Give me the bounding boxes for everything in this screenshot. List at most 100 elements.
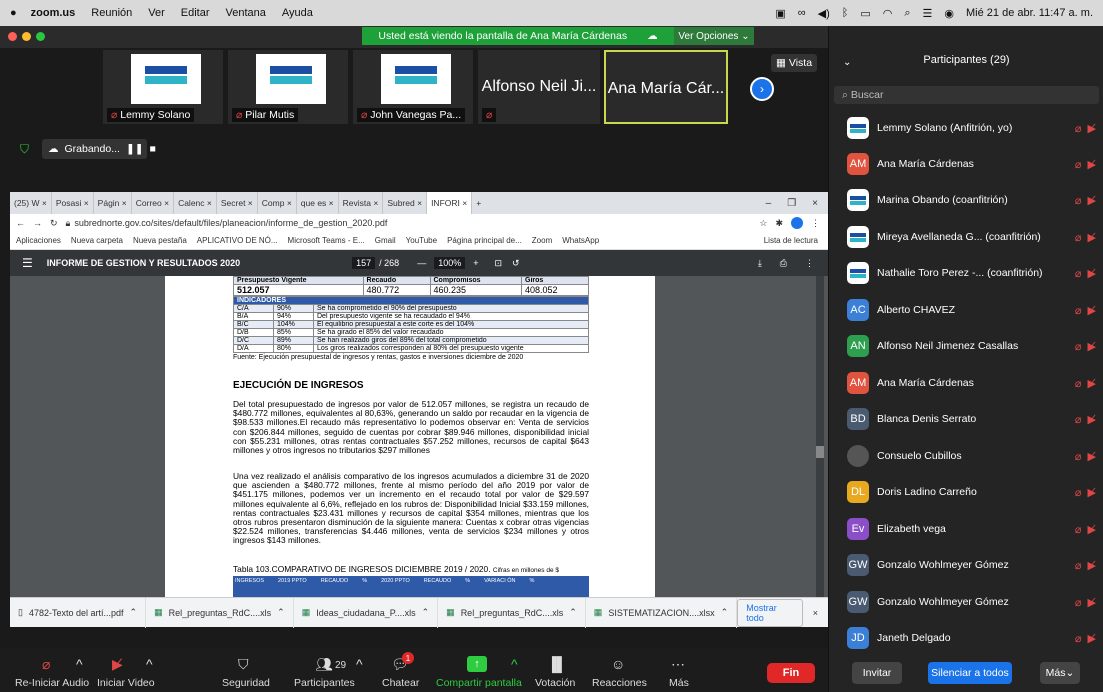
reactions-icon[interactable]: ☺	[611, 656, 625, 672]
more-icon[interactable]: ⋯	[671, 656, 685, 673]
video-off-icon[interactable]: ▶̸	[112, 656, 123, 673]
invite-button[interactable]: Invitar	[852, 662, 902, 684]
share-screen-icon[interactable]: ↑	[467, 656, 487, 672]
menu-ventana[interactable]: Ventana	[226, 7, 266, 19]
security-button[interactable]: Seguridad	[222, 677, 270, 689]
bookmark-newtab[interactable]: Nueva pestaña	[133, 236, 187, 245]
shield-icon[interactable]: ⛉	[20, 142, 29, 157]
participant-row[interactable]: Consuelo Cubillos ⌀ ▶̸	[829, 438, 1103, 474]
stop-icon[interactable]: ■	[150, 143, 156, 155]
chevron-up-icon[interactable]: ⌃	[569, 607, 577, 618]
participant-row[interactable]: AM Ana María Cárdenas ⌀ ▶̸	[829, 365, 1103, 401]
tab-1[interactable]: (25) W ×	[10, 192, 52, 214]
forward-icon[interactable]: →	[33, 218, 42, 228]
share-chevron-icon[interactable]: ^	[511, 656, 518, 672]
participant-row[interactable]: Nathalie Toro Perez -... (coanfitrión) ⌀ ▶…	[829, 255, 1103, 291]
menu-kebab-icon[interactable]: ⋮	[811, 218, 820, 229]
restore-icon[interactable]: ❐	[787, 198, 796, 209]
panel-more-button[interactable]: Más ⌄	[1040, 662, 1080, 684]
participant-row[interactable]: Mireya Avellaneda G... (coanfitrión) ⌀ ▶̸	[829, 219, 1103, 255]
hamburger-icon[interactable]: ☰	[22, 256, 33, 270]
reactions-button[interactable]: Reacciones	[592, 677, 647, 689]
menu-editar[interactable]: Editar	[181, 7, 210, 19]
page-number-input[interactable]: 157	[352, 257, 376, 269]
fit-page-icon[interactable]: ⊡	[495, 258, 503, 269]
control-center-icon[interactable]: ☰	[923, 7, 933, 20]
participants-icon[interactable]: 👥︎	[315, 656, 333, 673]
minimize-icon[interactable]: –	[766, 198, 772, 209]
participants-chevron-icon[interactable]: ^	[356, 656, 363, 672]
tab-active[interactable]: INFORI ×	[427, 192, 473, 214]
url-input[interactable]: subrednorte.gov.co/sites/default/files/p…	[74, 218, 387, 228]
tab-8[interactable]: que es ×	[297, 192, 339, 214]
video-chevron-icon[interactable]: ^	[146, 656, 153, 672]
share-screen-button[interactable]: Compartir pantalla	[436, 677, 522, 689]
tab-7[interactable]: Comp ×	[258, 192, 297, 214]
show-all-button[interactable]: Mostrar todo	[737, 598, 803, 627]
bookmark-aplicativo[interactable]: APLICATIVO DE NÓ...	[197, 236, 278, 245]
profile-avatar[interactable]	[791, 217, 803, 229]
zoom-in-icon[interactable]: +	[473, 258, 478, 268]
close-icon[interactable]: ×	[812, 198, 818, 209]
download-icon[interactable]: ⤓	[758, 258, 762, 269]
menu-ayuda[interactable]: Ayuda	[282, 7, 313, 19]
tab-3[interactable]: Págin ×	[94, 192, 132, 214]
mute-all-button[interactable]: Silenciar a todos	[928, 662, 1012, 684]
participant-row[interactable]: JD Janeth Delgado ⌀ ▶̸	[829, 620, 1103, 656]
tab-2[interactable]: Posasi ×	[52, 192, 94, 214]
more-button[interactable]: Más	[669, 677, 689, 689]
volume-icon[interactable]: ◀)	[818, 7, 830, 20]
participant-row[interactable]: GW Gonzalo Wohlmeyer Gómez ⌀ ▶̸	[829, 584, 1103, 620]
app-menu[interactable]: zoom.us	[31, 7, 76, 19]
print-icon[interactable]: ⎙	[780, 258, 787, 269]
bookmark-folder[interactable]: Nueva carpeta	[71, 236, 123, 245]
new-tab-icon[interactable]: +	[472, 192, 485, 214]
voting-button[interactable]: Votación	[535, 677, 575, 689]
siri-icon[interactable]: ◉	[944, 7, 954, 20]
pdf-scrollbar[interactable]	[816, 276, 824, 607]
video-thumb-3[interactable]: ⌀ John Vanegas Pa...	[353, 50, 473, 124]
participant-row[interactable]: GW Gonzalo Wohlmeyer Gómez ⌀ ▶̸	[829, 547, 1103, 583]
menu-ver[interactable]: Ver	[148, 7, 165, 19]
video-thumb-2[interactable]: ⌀ Pilar Mutis	[228, 50, 348, 124]
fullscreen-window-icon[interactable]	[36, 32, 45, 41]
security-icon[interactable]: ⛉	[238, 656, 249, 673]
battery-icon[interactable]: ▭	[860, 7, 870, 20]
bookmark-youtube[interactable]: YouTube	[406, 236, 437, 245]
view-options-button[interactable]: Ver Opciones ⌄	[674, 27, 754, 45]
video-thumb-4[interactable]: Alfonso Neil Ji... ⌀	[478, 50, 600, 124]
spotlight-icon[interactable]: ⌕	[904, 7, 910, 20]
download-item[interactable]: ▦ Rel_preguntas_RdC....xls ⌃	[146, 597, 294, 628]
vista-button[interactable]: ▦ Vista	[771, 54, 817, 72]
reload-icon[interactable]: ↻	[50, 218, 58, 229]
scroll-thumb[interactable]	[816, 446, 824, 458]
audio-chevron-icon[interactable]: ^	[76, 656, 83, 672]
participant-row[interactable]: Lemmy Solano (Anfitrión, yo) ⌀ ▶̸	[829, 110, 1103, 146]
muted-mic-icon[interactable]: ⌀	[42, 656, 50, 673]
bookmark-home[interactable]: Página principal de...	[447, 236, 522, 245]
tab-6[interactable]: Secret ×	[217, 192, 258, 214]
participant-row[interactable]: DL Doris Ladino Carreño ⌀ ▶̸	[829, 474, 1103, 510]
participant-row[interactable]: AN Alfonso Neil Jimenez Casallas ⌀ ▶̸	[829, 328, 1103, 364]
star-icon[interactable]: ☆	[759, 218, 767, 229]
pdf-viewport[interactable]: Presupuesto Vigente Recaudo Compromisos Gir…	[10, 276, 828, 607]
tab-9[interactable]: Revista ×	[339, 192, 384, 214]
zoom-level-input[interactable]: 100%	[434, 257, 466, 269]
chevron-up-icon[interactable]: ⌃	[721, 607, 729, 618]
bluetooth-icon[interactable]: ᛒ	[842, 7, 849, 19]
apple-icon[interactable]: ●	[10, 7, 17, 19]
bookmark-teams[interactable]: Microsoft Teams - E...	[288, 236, 365, 245]
participant-row[interactable]: AC Alberto CHAVEZ ⌀ ▶̸	[829, 292, 1103, 328]
back-icon[interactable]: ←	[16, 218, 25, 228]
pause-icon[interactable]: ❚❚	[126, 143, 144, 155]
audio-button[interactable]: Re-Iniciar Audio	[15, 677, 89, 689]
tab-10[interactable]: Subred ×	[383, 192, 428, 214]
chevron-up-icon[interactable]: ⌃	[277, 607, 285, 618]
download-item[interactable]: ▦ Rel_preguntas_RdC....xls ⌃	[438, 597, 586, 628]
chat-button[interactable]: Chatear	[382, 677, 419, 689]
close-window-icon[interactable]	[8, 32, 17, 41]
extensions-icon[interactable]: ✱	[775, 218, 783, 229]
participant-row[interactable]: BD Blanca Denis Serrato ⌀ ▶̸	[829, 401, 1103, 437]
participant-row[interactable]: AM Ana María Cárdenas ⌀ ▶̸	[829, 146, 1103, 182]
bookmark-whatsapp[interactable]: WhatsApp	[562, 236, 599, 245]
